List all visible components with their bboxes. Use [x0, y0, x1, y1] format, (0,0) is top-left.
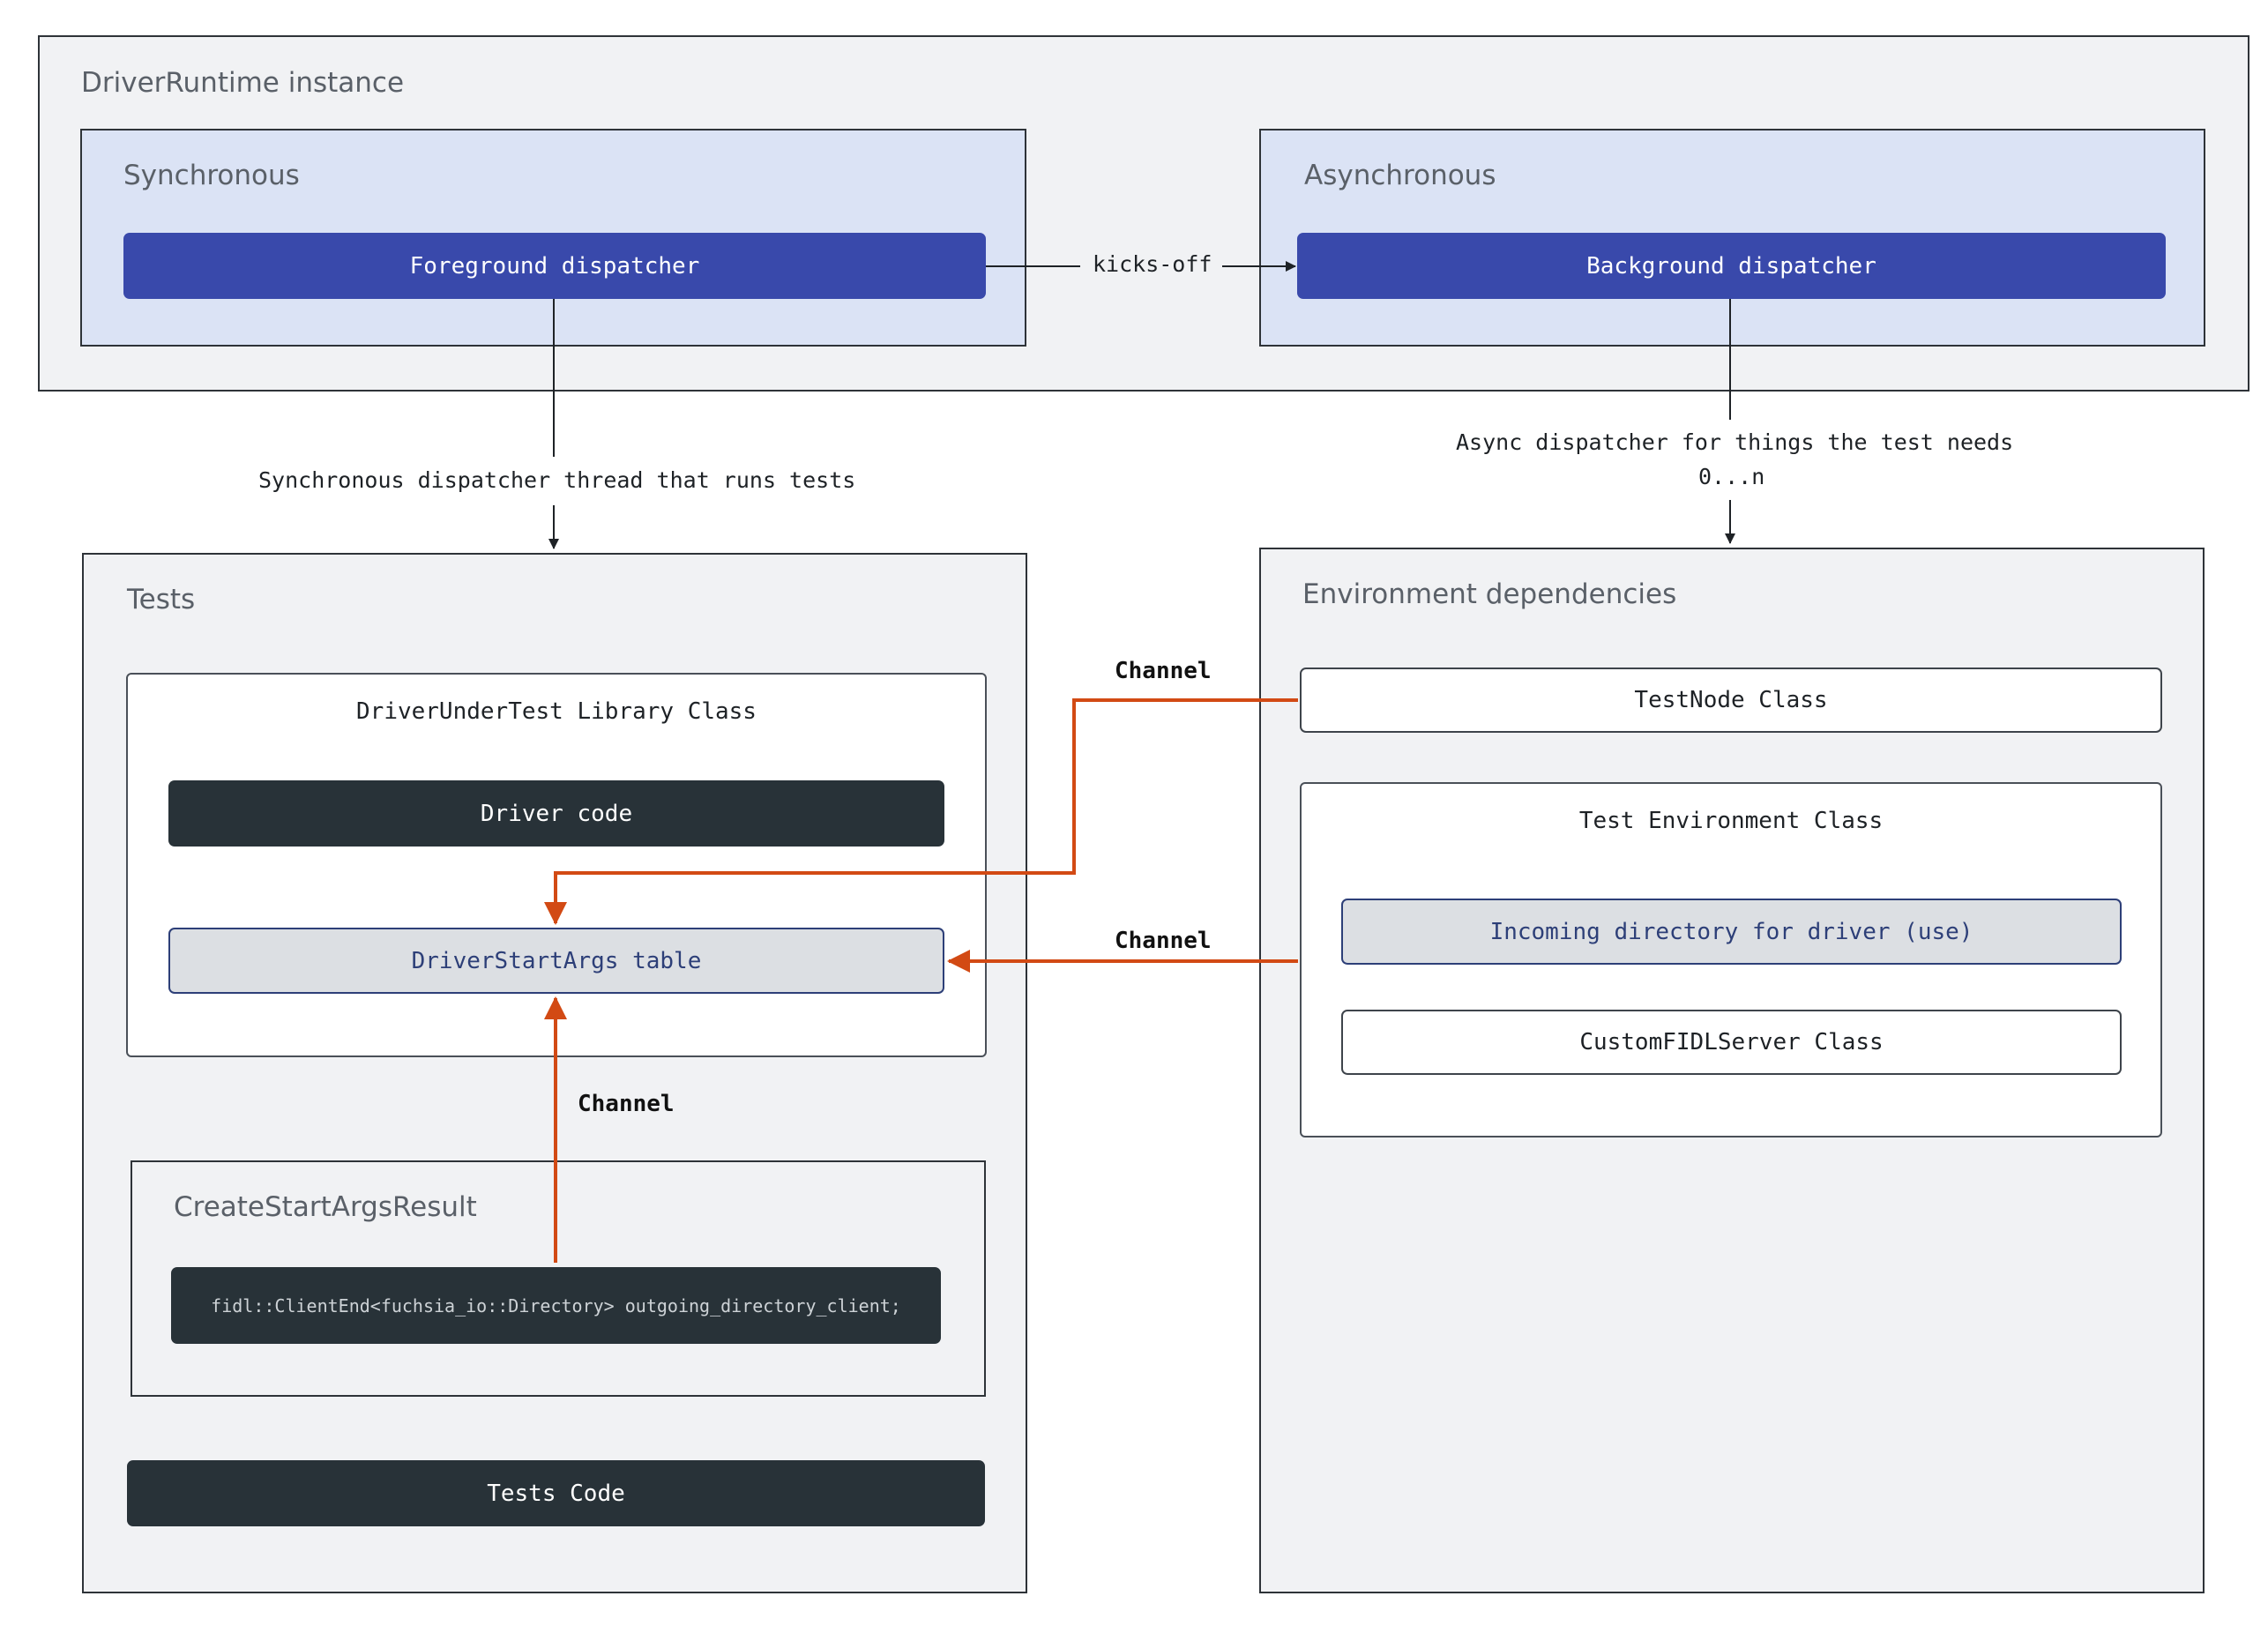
async-count-label: 0...n	[1698, 464, 1765, 489]
channel-arrow-testnode	[544, 698, 1298, 925]
channel-label-bottom: Channel	[578, 1091, 675, 1117]
connector-lines	[544, 261, 1735, 1263]
sync-thread-label: Synchronous dispatcher thread that runs …	[258, 467, 856, 493]
channel-label-top: Channel	[1115, 658, 1212, 684]
kickoff-label: kicks-off	[1093, 251, 1212, 277]
async-dispatcher-label: Async dispatcher for things the test nee…	[1456, 429, 2014, 455]
channel-label-middle: Channel	[1115, 928, 1212, 954]
